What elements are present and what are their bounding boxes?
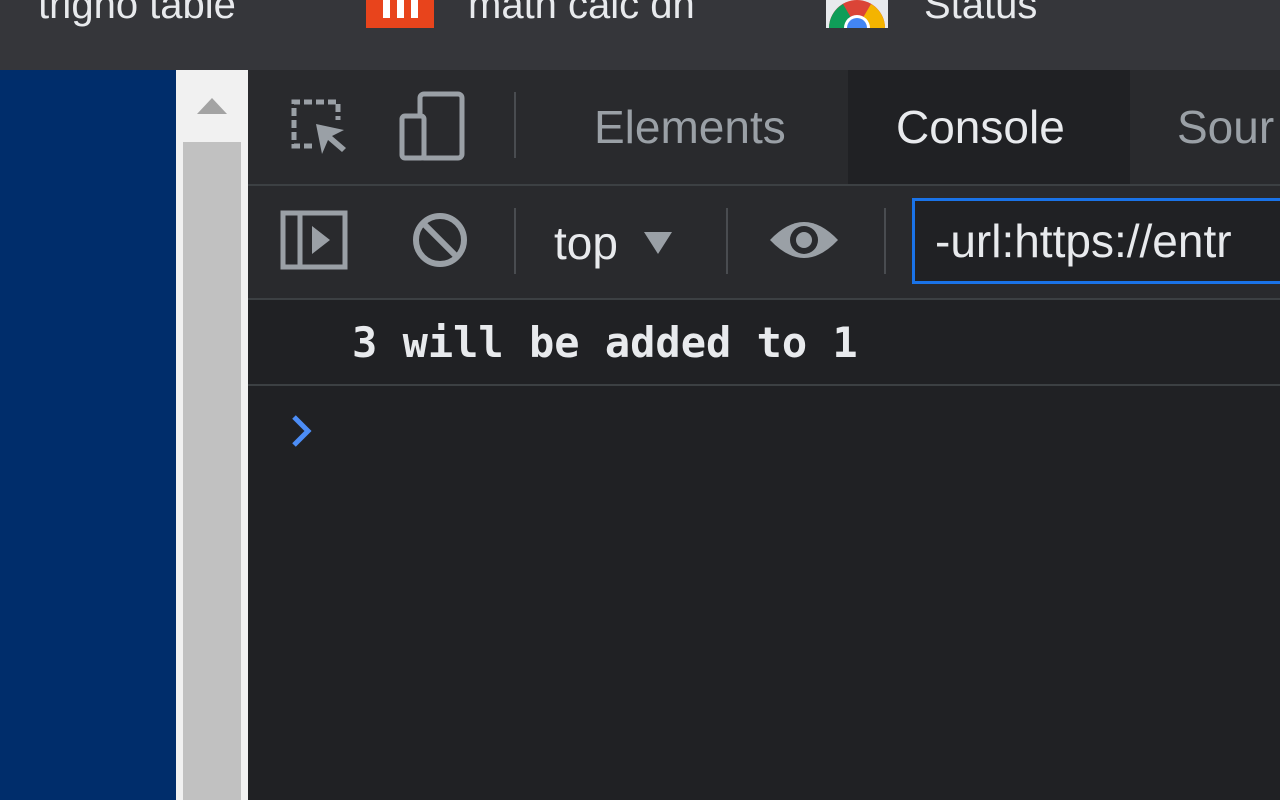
chevron-down-icon (643, 232, 672, 254)
inspect-element-button[interactable] (286, 94, 350, 158)
clear-console-button[interactable] (408, 208, 472, 272)
console-message-row: 3 will be added to 1 (248, 300, 1280, 386)
tab-label: Sour (1177, 101, 1275, 153)
chrome-favicon-icon (826, 0, 888, 28)
bookmark-label: trigno table (38, 0, 236, 27)
console-messages: 3 will be added to 1 (248, 300, 1280, 800)
create-live-expression-button[interactable] (768, 212, 840, 268)
math-calc-favicon-icon (366, 0, 434, 28)
sidebar-toggle-icon (280, 210, 348, 270)
console-prompt[interactable] (248, 388, 1280, 474)
bookmark-status[interactable]: Status (826, 0, 1037, 28)
device-toolbar-icon (399, 91, 465, 161)
scroll-up-arrow-icon (197, 98, 227, 114)
console-prompt-chevron-icon (292, 415, 312, 447)
toolbar-divider (514, 92, 516, 158)
bookmarks-bar: trigno table math calc dn Status (0, 0, 1280, 70)
clear-console-icon (413, 213, 467, 267)
live-expression-eye-icon (770, 222, 838, 258)
tab-label: Elements (594, 101, 786, 153)
show-sidebar-button[interactable] (280, 208, 348, 272)
bookmark-math-calc[interactable]: math calc dn (366, 0, 695, 28)
context-select-value: top (554, 217, 618, 269)
page-scrollbar[interactable] (176, 70, 248, 800)
scroll-up-button[interactable] (176, 70, 248, 142)
page-content-strip (0, 70, 176, 800)
toolbar-divider (884, 208, 886, 274)
scrollbar-thumb[interactable] (183, 142, 241, 800)
tab-console[interactable]: Console (848, 70, 1130, 184)
bookmark-label: Status (924, 0, 1038, 27)
bookmark-trigno-table[interactable]: trigno table (38, 0, 236, 28)
inspect-element-icon (291, 99, 346, 154)
devtools-panel: Elements Console Sour top -url:https://e… (248, 70, 1280, 800)
tab-label: Console (896, 101, 1065, 153)
bookmark-label: math calc dn (468, 0, 695, 27)
console-message-text: 3 will be added to 1 (352, 317, 858, 367)
toolbar-divider (514, 208, 516, 274)
devtools-main-toolbar: Elements Console Sour (248, 70, 1280, 186)
tab-sources[interactable]: Sour (1177, 70, 1274, 184)
device-toolbar-button[interactable] (398, 90, 466, 162)
console-filter-input[interactable] (912, 198, 1280, 284)
tab-elements[interactable]: Elements (594, 70, 786, 184)
console-toolbar: top (248, 186, 1280, 300)
toolbar-divider (726, 208, 728, 274)
execution-context-select[interactable]: top (554, 206, 672, 280)
